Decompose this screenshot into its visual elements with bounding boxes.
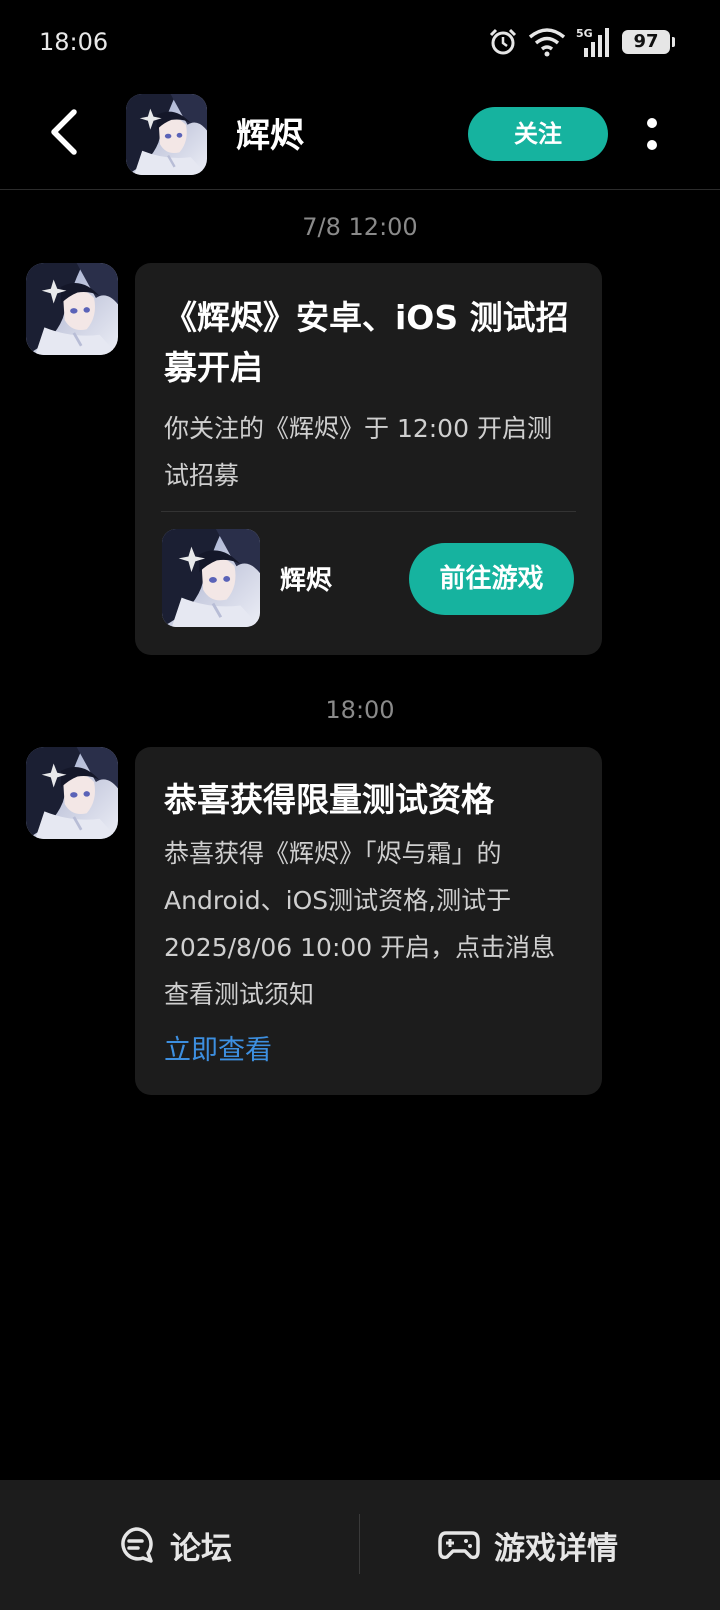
game-details-label: 游戏详情	[494, 1530, 618, 1567]
wifi-icon	[528, 28, 566, 57]
battery-icon: 97	[622, 30, 675, 54]
more-vertical-icon[interactable]	[640, 114, 664, 154]
bottom-bar: 论坛 游戏详情	[0, 1480, 720, 1610]
view-now-link[interactable]: 立即查看	[164, 1028, 272, 1067]
signal-icon: 5G	[576, 27, 609, 57]
battery-level: 97	[633, 31, 659, 52]
sender-avatar[interactable]	[26, 263, 118, 355]
chevron-left-icon[interactable]	[44, 108, 88, 156]
forum-label: 论坛	[170, 1530, 232, 1567]
message-title: 《辉烬》安卓、iOS 测试招募开启	[164, 298, 569, 387]
status-icons: 5G 97	[488, 24, 675, 60]
game-details-tab[interactable]: 游戏详情	[438, 1480, 618, 1610]
message-timestamp: 7/8 12:00	[302, 213, 418, 241]
message-timestamp: 18:00	[325, 696, 395, 724]
gamepad-icon	[438, 1531, 480, 1560]
top-nav: 辉烬 关注	[0, 86, 720, 190]
status-bar: 18:06 5G 97	[0, 0, 720, 86]
forum-tab[interactable]: 论坛	[116, 1480, 232, 1610]
game-name: 辉烬	[280, 566, 333, 596]
message-card[interactable]: 恭喜获得限量测试资格 恭喜获得《辉烬》「烬与霜」的Android、iOS测试资格…	[135, 747, 602, 1095]
go-to-game-button[interactable]: 前往游戏	[409, 543, 574, 615]
forum-chat-icon	[121, 1527, 153, 1563]
alarm-icon	[489, 28, 517, 55]
message-body: 你关注的《辉烬》于 12:00 开启测试招募	[164, 414, 552, 490]
message-title: 恭喜获得限量测试资格	[164, 780, 494, 819]
message-body: 恭喜获得《辉烬》「烬与霜」的Android、iOS测试资格,测试于 2025/8…	[164, 839, 556, 1009]
message-card[interactable]: 《辉烬》安卓、iOS 测试招募开启 你关注的《辉烬》于 12:00 开启测试招募…	[135, 263, 602, 655]
page-title: 辉烬	[236, 116, 304, 156]
sender-avatar[interactable]	[26, 747, 118, 839]
status-time: 18:06	[39, 28, 109, 56]
game-thumbnail[interactable]	[162, 529, 260, 627]
divider	[161, 511, 576, 512]
network-label: 5G	[576, 27, 593, 40]
follow-button[interactable]: 关注	[468, 107, 608, 161]
divider	[359, 1514, 360, 1574]
game-avatar[interactable]	[126, 94, 207, 175]
